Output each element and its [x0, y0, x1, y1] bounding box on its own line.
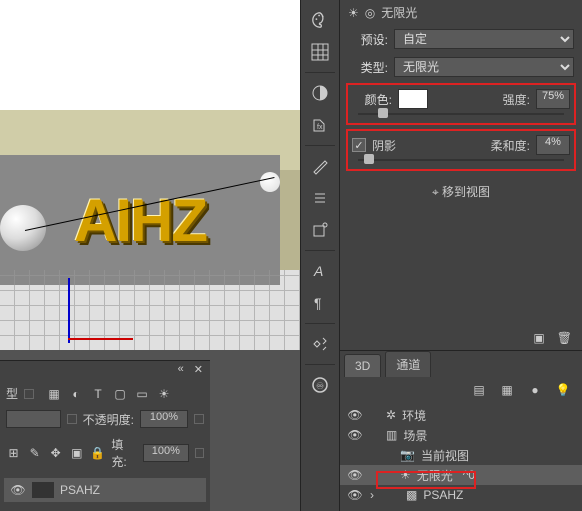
light-direction-handle[interactable]	[260, 172, 280, 192]
preset-select[interactable]: 自定	[394, 29, 574, 49]
layer-visibility-icon[interactable]: 👁	[10, 482, 26, 498]
light-type-readout: 无限光	[381, 4, 417, 21]
visibility-icon[interactable]: 👁	[346, 428, 364, 442]
layer-thumbnail-icon[interactable]	[32, 482, 54, 498]
visibility-icon[interactable]: 👁	[346, 408, 364, 422]
brush-settings-icon[interactable]	[304, 184, 336, 212]
move-to-view-button[interactable]: 移到视图	[442, 185, 490, 199]
tree-item-layer[interactable]: 👁 › ▩ PSAHZ	[340, 485, 582, 505]
lock-pixels-icon[interactable]: ✎	[27, 445, 42, 461]
lock-all-icon[interactable]: ⊞	[6, 445, 21, 461]
filter-scene-icon[interactable]: ▤	[470, 381, 488, 399]
tree-item-env[interactable]: 👁 ✲ 环境	[340, 405, 582, 425]
tree-item-scene[interactable]: 👁 ▥ 场景	[340, 425, 582, 445]
fill-label: 填充:	[111, 436, 137, 470]
svg-text:fx: fx	[317, 124, 323, 131]
image-icon[interactable]: ▦	[46, 386, 62, 402]
group-icon[interactable]: ▭	[134, 386, 150, 402]
tool-presets-icon[interactable]	[304, 330, 336, 358]
tab-3d[interactable]: 3D	[344, 354, 381, 377]
fill-dropdown-icon[interactable]	[195, 448, 205, 458]
expand-icon[interactable]: ›	[370, 488, 380, 502]
ground-grid	[0, 270, 300, 350]
clone-source-icon[interactable]	[304, 216, 336, 244]
light-icon: ☀	[400, 468, 411, 482]
x-axis	[68, 338, 133, 340]
shadow-checkbox[interactable]	[352, 138, 366, 152]
visibility-icon[interactable]: 👁	[346, 488, 364, 502]
lock-artboard-icon[interactable]: ▣	[69, 445, 84, 461]
opacity-label: 不透明度:	[83, 411, 134, 428]
paragraph-icon[interactable]: ¶	[304, 289, 336, 317]
scene-label: 场景	[403, 427, 427, 444]
svg-text:♾: ♾	[316, 381, 324, 391]
camera-icon: 📷	[400, 448, 415, 462]
softness-input[interactable]: 4%	[536, 135, 570, 155]
softness-slider[interactable]	[358, 157, 564, 163]
tree-item-view[interactable]: 📷 当前视图	[340, 445, 582, 465]
view-label: 当前视图	[421, 447, 469, 464]
preset-label: 预设:	[348, 31, 388, 48]
layer-name[interactable]: PSAHZ	[60, 483, 100, 497]
libraries-icon[interactable]: ♾	[304, 371, 336, 399]
lock-icon[interactable]: 🔒	[90, 445, 105, 461]
softness-label: 柔和度:	[491, 137, 530, 154]
type-select[interactable]: 无限光	[394, 57, 574, 77]
layers-panel: « ✕ 型 ▦ ◐ T ▢ ▭ ☀ 不透明度: 100% ⊞ ✎ ✥ ▣ 🔒 填…	[0, 360, 210, 511]
tree-item-light[interactable]: 👁 ☀ 无限光 ^0	[340, 465, 582, 485]
filter-material-icon[interactable]: ●	[526, 381, 544, 399]
scene-tree: 👁 ✲ 环境 👁 ▥ 场景 📷 当前视图 👁 ☀ 无限光 ^0 👁 ›	[340, 403, 582, 507]
env-icon: ✲	[386, 408, 396, 422]
adjust-icon[interactable]	[304, 79, 336, 107]
circle-half-icon[interactable]: ◐	[68, 386, 84, 402]
shape-icon[interactable]: ▢	[112, 386, 128, 402]
light-label: 无限光	[417, 467, 453, 484]
render-icon[interactable]: ▣	[533, 331, 544, 345]
intensity-label: 强度:	[503, 91, 530, 108]
scene-panel: 3D 通道 ▤ ▦ ● 💡 👁 ✲ 环境 👁 ▥ 场景 📷 当前视图 👁	[340, 350, 582, 511]
trash-icon[interactable]: 🗑	[557, 331, 572, 345]
swatches-icon[interactable]	[304, 38, 336, 66]
properties-panel: ☀ ◎ 无限光 预设: 自定 类型: 无限光 颜色: 强度: 75% 阴影 柔和…	[340, 0, 582, 350]
blend-mode-dropdown[interactable]	[6, 410, 61, 428]
visibility-icon[interactable]: 👁	[346, 468, 364, 482]
shadow-label: 阴影	[372, 137, 396, 154]
light-type-icon: ☀	[348, 6, 359, 20]
text-tool-icon[interactable]: T	[90, 386, 106, 402]
palette-icon[interactable]	[304, 6, 336, 34]
svg-text:A: A	[313, 263, 323, 279]
dropdown-arrow-icon[interactable]	[67, 414, 77, 424]
panel-dock: fx A ¶ ♾	[300, 0, 340, 511]
styles-icon[interactable]: fx	[304, 111, 336, 139]
svg-text:¶: ¶	[314, 295, 322, 311]
scene-icon: ▥	[386, 428, 397, 442]
blend-mode-select[interactable]	[24, 389, 34, 399]
y-axis	[68, 278, 70, 343]
fill-input[interactable]: 100%	[143, 444, 188, 462]
character-icon[interactable]: A	[304, 257, 336, 285]
type-label: 类型:	[348, 59, 388, 76]
light-suffix: ^0	[463, 468, 475, 482]
close-icon[interactable]: ✕	[189, 361, 208, 381]
filter-light-icon[interactable]: 💡	[554, 381, 572, 399]
lock-position-icon[interactable]: ✥	[48, 445, 63, 461]
opacity-dropdown-icon[interactable]	[194, 414, 204, 424]
intensity-input[interactable]: 75%	[536, 89, 570, 109]
filter-mesh-icon[interactable]: ▦	[498, 381, 516, 399]
brush-icon[interactable]	[304, 152, 336, 180]
tab-channel[interactable]: 通道	[385, 351, 431, 377]
opacity-input[interactable]: 100%	[140, 410, 188, 428]
sun-icon[interactable]: ☀	[156, 386, 172, 402]
env-label: 环境	[402, 407, 426, 424]
color-label: 颜色:	[352, 91, 392, 108]
aim-icon: ⌖	[432, 185, 439, 199]
viewport-3d[interactable]: AIHZ	[0, 0, 300, 350]
spot-icon: ◎	[365, 6, 375, 20]
color-swatch[interactable]	[398, 89, 428, 109]
intensity-slider[interactable]	[358, 111, 564, 117]
mesh-icon: ▩	[406, 488, 417, 502]
blend-type-label: 型	[6, 385, 18, 402]
collapse-icon[interactable]: «	[173, 361, 189, 381]
layer-label: PSAHZ	[423, 488, 463, 502]
